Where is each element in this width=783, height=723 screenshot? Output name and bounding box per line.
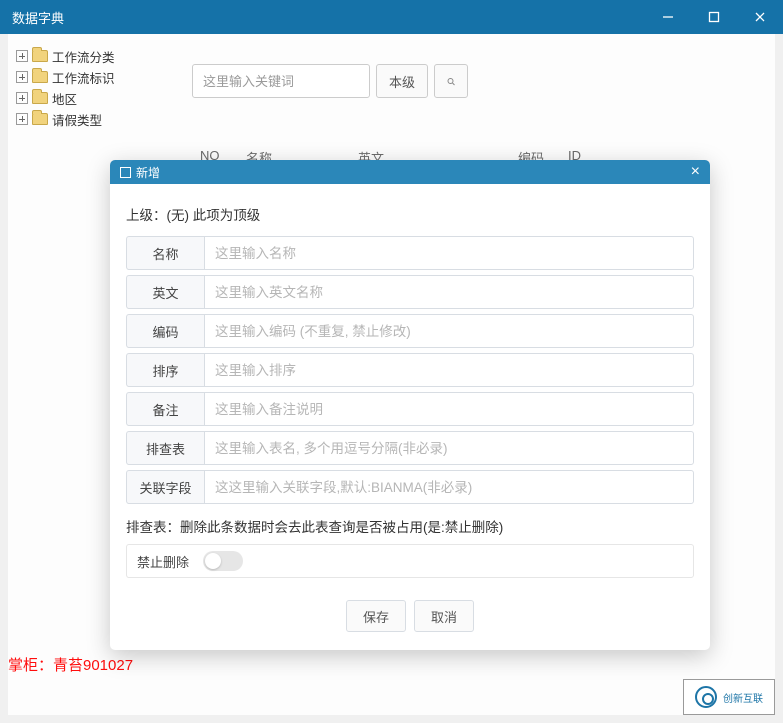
modal-body: 上级：(无) 此项为顶级 名称 英文 编码 排序 备注 排查表 关联字段 [110,184,710,650]
modal-title: 新增 [136,164,160,181]
form-row-name: 名称 [126,236,694,270]
search-icon [447,75,455,88]
label-remark: 备注 [126,392,204,426]
close-button[interactable] [737,0,783,34]
form-row-code: 编码 [126,314,694,348]
searchbar: 本级 [192,64,751,98]
tree-item[interactable]: 工作流标识 [16,67,160,87]
tree-label: 请假类型 [52,110,102,129]
tree-label: 工作流标识 [52,68,115,87]
modal-close-button[interactable]: × [691,164,700,180]
label-english: 英文 [126,275,204,309]
form-row-order: 排序 [126,353,694,387]
expand-icon[interactable] [16,71,28,83]
input-name[interactable] [204,236,694,270]
cancel-button[interactable]: 取消 [414,600,474,632]
level-button[interactable]: 本级 [376,64,428,98]
forbid-delete-toggle[interactable] [203,551,243,571]
window-controls [645,0,783,34]
forbid-delete-label: 禁止删除 [137,552,189,571]
input-exclude-table[interactable] [204,431,694,465]
form-row-exclude-table: 排查表 [126,431,694,465]
label-name: 名称 [126,236,204,270]
tree-label: 工作流分类 [52,47,115,66]
new-icon [120,167,131,178]
label-code: 编码 [126,314,204,348]
input-code[interactable] [204,314,694,348]
modal-add: 新增 × 上级：(无) 此项为顶级 名称 英文 编码 排序 备注 排查表 [110,160,710,650]
expand-icon[interactable] [16,50,28,62]
tree-item[interactable]: 工作流分类 [16,46,160,66]
save-button[interactable]: 保存 [346,600,406,632]
form-row-relation-field: 关联字段 [126,470,694,504]
modal-footer: 保存 取消 [126,600,694,632]
folder-icon [32,92,48,104]
footer-owner: 掌柜：青苔901027 [8,654,133,675]
tree-label: 地区 [52,89,77,108]
form-row-remark: 备注 [126,392,694,426]
search-input[interactable] [192,64,370,98]
input-remark[interactable] [204,392,694,426]
modal-header: 新增 × [110,160,710,184]
folder-icon [32,50,48,62]
input-order[interactable] [204,353,694,387]
logo-text: 创新互联 [723,690,763,705]
logo-icon [695,686,717,708]
parent-info: 上级：(无) 此项为顶级 [126,204,694,224]
tree-item[interactable]: 请假类型 [16,109,160,129]
expand-icon[interactable] [16,113,28,125]
form-row-english: 英文 [126,275,694,309]
tree-item[interactable]: 地区 [16,88,160,108]
titlebar: 数据字典 [0,0,783,34]
minimize-button[interactable] [645,0,691,34]
input-english[interactable] [204,275,694,309]
label-relation-field: 关联字段 [126,470,204,504]
brand-logo: 创新互联 [683,679,775,715]
search-button[interactable] [434,64,468,98]
forbid-delete-row: 禁止删除 [126,544,694,578]
folder-icon [32,113,48,125]
maximize-button[interactable] [691,0,737,34]
expand-icon[interactable] [16,92,28,104]
input-relation-field[interactable] [204,470,694,504]
folder-icon [32,71,48,83]
window-title: 数据字典 [12,8,64,27]
label-exclude-table: 排查表 [126,431,204,465]
hint-text: 排查表：删除此条数据时会去此表查询是否被占用(是:禁止删除) [126,516,694,536]
label-order: 排序 [126,353,204,387]
